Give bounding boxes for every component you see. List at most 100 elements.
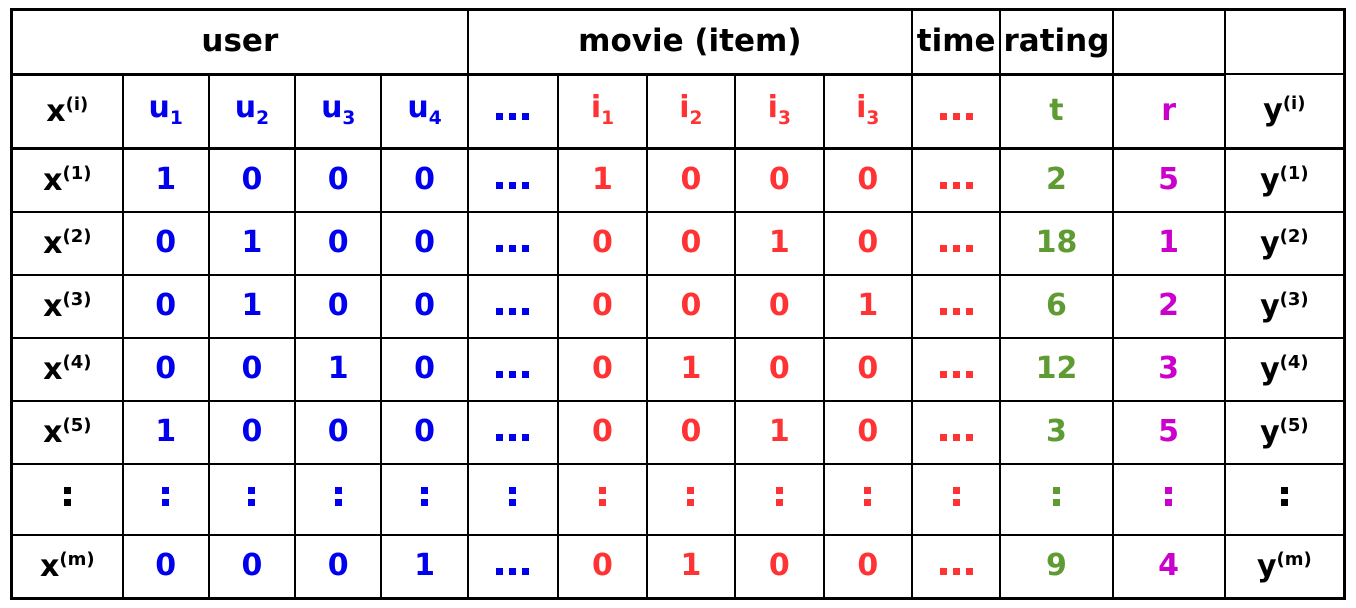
horizontal-ellipsis-icon <box>937 308 976 316</box>
cell-user-u1: 0 <box>121 273 210 339</box>
cell-user-u2: 1 <box>207 210 297 276</box>
cell-user-ellipsis <box>466 399 560 465</box>
cell-user-u3: 0 <box>294 147 383 213</box>
group-header-row: user movie (item) time rating <box>10 8 1345 76</box>
cell-user-u1: 1 <box>121 399 210 465</box>
cell-target-y-vdots <box>1223 462 1346 536</box>
column-header-y-superscript: y(i) <box>1223 73 1346 150</box>
table-row: x(5) 1 0 0 0 0 0 1 0 3 5 y(5) <box>10 399 1346 465</box>
cell-item-i1: 0 <box>557 210 648 276</box>
cell-item-i2: 1 <box>645 533 737 600</box>
horizontal-ellipsis-icon <box>937 371 976 379</box>
horizontal-ellipsis-icon <box>493 371 532 379</box>
cell-user-u4: 0 <box>380 147 469 213</box>
cell-item-i3: 0 <box>734 273 825 339</box>
horizontal-ellipsis-icon <box>937 434 976 442</box>
column-header-ellipsis-10 <box>910 73 1002 150</box>
column-header-i3: i3 <box>734 73 825 150</box>
column-header-i3: i3 <box>822 73 913 150</box>
cell-time: 2 <box>999 147 1114 213</box>
horizontal-ellipsis-icon <box>937 182 976 190</box>
cell-target-y-1: y(1) <box>1223 147 1346 213</box>
cell-user-u2: 0 <box>207 399 297 465</box>
column-header-x-superscript: x(i) <box>10 73 124 150</box>
group-header-user: user <box>10 8 469 76</box>
cell-item-i3: 1 <box>734 210 825 276</box>
cell-user-u3 <box>294 462 383 536</box>
cell-user-u1: 1 <box>121 147 210 213</box>
cell-item-i3: 0 <box>734 147 825 213</box>
vertical-ellipsis-icon <box>509 482 517 511</box>
cell-item-i3 <box>734 462 825 536</box>
cell-item-ellipsis <box>910 399 1002 465</box>
cell-user-u1 <box>121 462 210 536</box>
column-header-ellipsis-5 <box>466 73 560 150</box>
table-row: x(m) 0 0 0 1 0 1 0 0 9 4 y(m) <box>10 533 1346 600</box>
cell-item-ellipsis <box>910 273 1002 339</box>
cell-user-u2: 0 <box>207 533 297 600</box>
feature-matrix-table: user movie (item) time rating x(i) u1 u2 u3 u4 i1… <box>10 8 1346 600</box>
cell-item-i2: 0 <box>645 399 737 465</box>
cell-user-u2 <box>207 462 297 536</box>
cell-item-ellipsis <box>910 210 1002 276</box>
cell-item-i4 <box>822 462 913 536</box>
cell-item-i1 <box>557 462 648 536</box>
column-header-u2: u2 <box>207 73 297 150</box>
column-header-u3: u3 <box>294 73 383 150</box>
horizontal-ellipsis-icon <box>493 568 532 576</box>
cell-item-i2 <box>645 462 737 536</box>
group-header-time: time <box>910 8 1002 76</box>
cell-user-ellipsis <box>466 147 560 213</box>
cell-item-i2: 1 <box>645 336 737 402</box>
horizontal-ellipsis-icon <box>493 245 532 253</box>
cell-rating: 1 <box>1111 210 1226 276</box>
row-label-x-1: x(1) <box>10 147 124 213</box>
cell-item-i1: 0 <box>557 533 648 600</box>
cell-time: 6 <box>999 273 1114 339</box>
cell-item-ellipsis <box>910 147 1002 213</box>
cell-user-ellipsis <box>466 336 560 402</box>
vertical-ellipsis-icon <box>1052 482 1060 511</box>
cell-target-y-3: y(3) <box>1223 273 1346 339</box>
column-header-row: x(i) u1 u2 u3 u4 i1 i2 i3 i3 t r y(i) <box>10 73 1346 150</box>
cell-item-i3: 1 <box>734 399 825 465</box>
cell-item-i1: 1 <box>557 147 648 213</box>
cell-user-u2: 0 <box>207 147 297 213</box>
row-label-x-5: x(5) <box>10 399 124 465</box>
cell-rating <box>1111 462 1226 536</box>
cell-rating: 5 <box>1111 399 1226 465</box>
horizontal-ellipsis-icon <box>937 568 976 576</box>
cell-user-u4: 0 <box>380 336 469 402</box>
cell-target-y-5: y(5) <box>1223 399 1346 465</box>
cell-user-ellipsis <box>466 533 560 600</box>
row-label-x-4: x(4) <box>10 336 124 402</box>
cell-rating: 2 <box>1111 273 1226 339</box>
vertical-ellipsis-icon <box>1280 482 1288 511</box>
group-header-blank <box>1111 8 1226 76</box>
cell-item-i3: 0 <box>734 336 825 402</box>
cell-item-i4: 0 <box>822 336 913 402</box>
cell-time: 12 <box>999 336 1114 402</box>
cell-item-i4: 0 <box>822 210 913 276</box>
table-row: x(1) 1 0 0 0 1 0 0 0 2 5 y(1) <box>10 147 1346 213</box>
vertical-ellipsis-icon <box>162 482 170 511</box>
cell-user-u1: 0 <box>121 210 210 276</box>
cell-rating: 3 <box>1111 336 1226 402</box>
group-header-movie-item-: movie (item) <box>466 8 913 76</box>
row-label-x-vdots <box>10 462 124 536</box>
column-header-t: t <box>999 73 1114 150</box>
cell-user-u3: 0 <box>294 210 383 276</box>
horizontal-ellipsis-icon <box>493 308 532 316</box>
vertical-ellipsis-icon <box>775 482 783 511</box>
cell-user-u3: 1 <box>294 336 383 402</box>
column-header-u1: u1 <box>121 73 210 150</box>
row-label-x-2: x(2) <box>10 210 124 276</box>
cell-item-i1: 0 <box>557 399 648 465</box>
vertical-ellipsis-icon <box>421 482 429 511</box>
vertical-ellipsis-icon <box>687 482 695 511</box>
horizontal-ellipsis-icon <box>937 245 976 253</box>
cell-item-ellipsis <box>910 533 1002 600</box>
cell-time: 3 <box>999 399 1114 465</box>
cell-user-u4 <box>380 462 469 536</box>
group-header-rating: rating <box>999 8 1114 76</box>
